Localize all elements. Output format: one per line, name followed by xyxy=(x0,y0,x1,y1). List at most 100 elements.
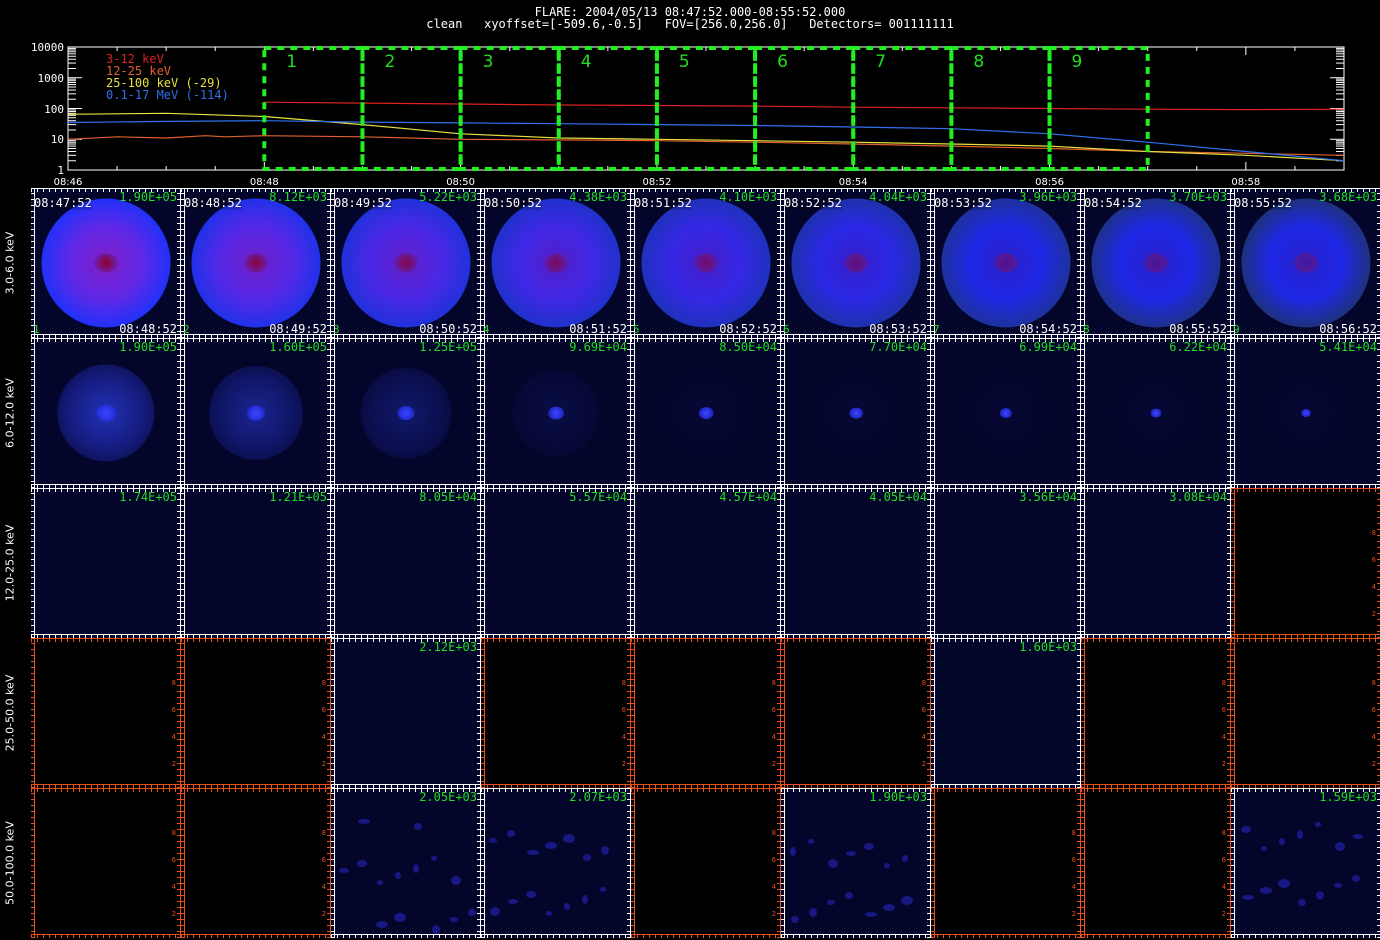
peak-value: 4.05E+04 xyxy=(869,490,927,504)
axis-tick-label: 8 xyxy=(1371,529,1376,537)
noise-speck xyxy=(827,900,835,905)
image-cell: 2 4 6 8 xyxy=(1231,638,1380,788)
cell-axis xyxy=(481,788,485,938)
peak-value: 5.57E+04 xyxy=(569,490,627,504)
image-cell: 8.12E+03 08:48:52 08:49:52 2 xyxy=(181,188,331,338)
noise-speck xyxy=(1315,822,1321,827)
noise-speck xyxy=(1278,879,1290,888)
image-cell: 2 4 6 8 xyxy=(31,788,181,938)
noise-speck xyxy=(809,908,817,917)
interval-start-time: 08:48:52 xyxy=(184,196,242,210)
interval-start-time: 08:53:52 xyxy=(934,196,992,210)
peak-value: 4.04E+03 xyxy=(869,190,927,204)
cell-axis xyxy=(31,638,35,788)
image-cell: 1.90E+05 08:47:52 08:48:52 1 xyxy=(31,188,181,338)
image-cell: 1.60E+03 xyxy=(931,638,1081,788)
cell-axis xyxy=(781,488,785,638)
cell-axis xyxy=(1081,338,1085,488)
peak-value: 5.41E+04 xyxy=(1319,340,1377,354)
series-line-2 xyxy=(67,135,1345,156)
image-cell: 1.90E+05 xyxy=(31,338,181,488)
axis-tick-label: 2 xyxy=(1221,760,1226,768)
axis-tick-label: 6 xyxy=(171,706,176,714)
axis-tick-label: 4 xyxy=(1221,883,1226,891)
axis-tick-label: 4 xyxy=(321,733,326,741)
image-cell: 2 4 6 8 xyxy=(31,638,181,788)
noise-speck xyxy=(790,847,796,856)
interval-start-time: 08:49:52 xyxy=(334,196,392,210)
cell-axis xyxy=(781,788,785,938)
axis-tick-label: 8 xyxy=(171,679,176,687)
interval-box-1 xyxy=(262,46,365,171)
interval-box-3 xyxy=(458,46,561,171)
source-core xyxy=(394,253,418,273)
peak-value: 1.21E+05 xyxy=(269,490,327,504)
axis-tick-label: 2 xyxy=(771,910,776,918)
cell-axis xyxy=(181,788,331,792)
cell-axis xyxy=(1231,488,1380,492)
noise-speck xyxy=(1261,846,1267,851)
axis-tick-label: 8 xyxy=(321,679,326,687)
noise-speck xyxy=(508,899,518,904)
interval-end-time: 08:49:52 xyxy=(269,322,327,336)
cell-axis xyxy=(331,934,481,938)
axis-tick-label: 4 xyxy=(621,733,626,741)
x-tick-label: 08:54 xyxy=(838,177,868,188)
interval-end-time: 08:52:52 xyxy=(719,322,777,336)
image-cell: 2.05E+03 xyxy=(331,788,481,938)
axis-tick-label: 2 xyxy=(921,760,926,768)
noise-speck xyxy=(432,925,440,934)
cell-axis xyxy=(331,488,335,638)
cell-axis xyxy=(1081,788,1231,792)
interval-box-6 xyxy=(753,46,856,171)
image-cell: 3.56E+04 xyxy=(931,488,1081,638)
axis-tick-label: 2 xyxy=(621,760,626,768)
noise-speck xyxy=(546,911,552,916)
image-cell: 2 4 6 8 xyxy=(631,788,781,938)
axis-tick-label: 6 xyxy=(771,856,776,864)
axis-tick-label: 6 xyxy=(321,706,326,714)
source-core xyxy=(397,406,415,420)
peak-value: 1.60E+05 xyxy=(269,340,327,354)
source-core xyxy=(999,408,1013,418)
source-core xyxy=(1150,408,1162,418)
row-label: 6.0-12.0 keV xyxy=(3,378,17,448)
image-cell: 2 4 6 8 xyxy=(181,788,331,938)
image-cell: 2 4 6 8 xyxy=(1231,488,1380,638)
cell-axis xyxy=(1081,488,1085,638)
source-core xyxy=(94,253,118,273)
interval-number: 5 xyxy=(678,52,690,72)
interval-box-7 xyxy=(851,46,954,171)
image-cell: 2 4 6 8 xyxy=(1081,788,1231,938)
interval-number: 6 xyxy=(777,52,788,72)
cell-axis xyxy=(631,638,635,788)
noise-speck xyxy=(358,819,370,824)
image-cell: 2.07E+03 xyxy=(481,788,631,938)
cell-axis xyxy=(631,788,635,938)
image-cell: 1.90E+03 xyxy=(781,788,931,938)
noise-speck xyxy=(901,896,913,905)
axis-tick-label: 2 xyxy=(321,910,326,918)
noise-speck xyxy=(526,891,536,898)
peak-value: 6.22E+04 xyxy=(1169,340,1227,354)
noise-speck xyxy=(582,895,588,904)
image-cell: 3.08E+04 xyxy=(1081,488,1231,638)
noise-speck xyxy=(1334,883,1342,888)
image-cell: 1.59E+03 xyxy=(1231,788,1380,938)
peak-value: 1.90E+03 xyxy=(869,790,927,804)
axis-tick-label: 8 xyxy=(1221,679,1226,687)
axis-tick-label: 2 xyxy=(321,760,326,768)
cell-index: 8 xyxy=(1083,323,1090,336)
noise-speck xyxy=(828,859,838,868)
axis-tick-label: 6 xyxy=(771,706,776,714)
image-cell: 2 4 6 8 xyxy=(781,638,931,788)
image-cell: 2 4 6 8 xyxy=(181,638,331,788)
interval-number: 8 xyxy=(973,52,985,72)
axis-tick-label: 6 xyxy=(1371,706,1376,714)
row-label: 12.0-25.0 keV xyxy=(3,524,17,602)
noise-speck xyxy=(377,880,383,885)
image-cell: 2 4 6 8 xyxy=(631,638,781,788)
noise-speck xyxy=(1353,834,1363,839)
axis-tick-label: 2 xyxy=(1371,760,1376,768)
cell-axis xyxy=(1081,188,1085,338)
